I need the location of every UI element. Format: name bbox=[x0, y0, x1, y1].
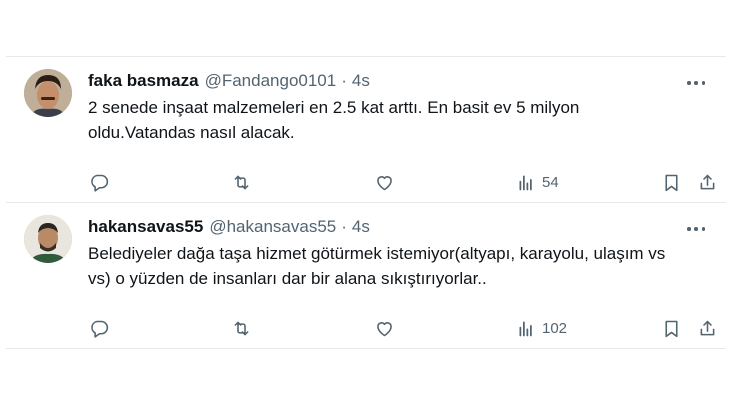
share-button[interactable] bbox=[697, 169, 718, 195]
tweet-timestamp[interactable]: 4s bbox=[352, 71, 370, 91]
separator-dot: · bbox=[341, 217, 347, 236]
reply-icon bbox=[91, 174, 109, 192]
more-options-icon[interactable] bbox=[684, 221, 708, 237]
reply-button[interactable] bbox=[89, 315, 110, 341]
more-options-icon[interactable] bbox=[684, 75, 708, 91]
share-button[interactable] bbox=[697, 315, 718, 341]
tweet-header: faka basmaza @Fandango0101 · 4s bbox=[88, 69, 708, 93]
tweet-text: 2 senede inşaat malzemeleri en 2.5 kat a… bbox=[88, 98, 580, 142]
avatar[interactable] bbox=[24, 215, 72, 263]
tweet-feed: faka basmaza @Fandango0101 · 4s 2 senede… bbox=[6, 56, 726, 349]
tweet-timestamp[interactable]: 4s bbox=[352, 217, 370, 237]
tweet[interactable]: faka basmaza @Fandango0101 · 4s 2 senede… bbox=[6, 57, 726, 203]
like-icon bbox=[377, 175, 392, 190]
user-handle[interactable]: @Fandango0101 bbox=[205, 71, 337, 91]
tweet-actions: 54 bbox=[88, 169, 715, 195]
display-name[interactable]: hakansavas55 bbox=[88, 217, 203, 237]
separator-dot: · bbox=[341, 71, 347, 90]
like-button[interactable] bbox=[374, 169, 395, 195]
views-count: 54 bbox=[542, 173, 559, 191]
views-icon bbox=[519, 175, 532, 190]
user-handle[interactable]: @hakansavas55 bbox=[209, 217, 336, 237]
bookmark-icon bbox=[665, 320, 678, 337]
reply-button[interactable] bbox=[89, 169, 110, 195]
retweet-button[interactable] bbox=[231, 169, 252, 195]
share-icon bbox=[700, 174, 715, 189]
like-button[interactable] bbox=[374, 315, 395, 341]
retweet-icon bbox=[234, 175, 249, 189]
tweet[interactable]: hakansavas55 @hakansavas55 · 4s Belediye… bbox=[6, 203, 726, 349]
retweet-icon bbox=[234, 321, 249, 335]
tweet-text: Belediyeler dağa taşa hizmet götürmek is… bbox=[88, 244, 666, 288]
bookmark-button[interactable] bbox=[661, 315, 682, 341]
views-button[interactable]: 102 bbox=[516, 315, 567, 341]
share-icon bbox=[700, 320, 715, 335]
views-count: 102 bbox=[542, 319, 568, 337]
views-icon bbox=[519, 321, 532, 336]
like-icon bbox=[377, 321, 392, 336]
reply-icon bbox=[91, 320, 109, 338]
views-button[interactable]: 54 bbox=[516, 169, 559, 195]
bookmark-button[interactable] bbox=[661, 169, 682, 195]
retweet-button[interactable] bbox=[231, 315, 252, 341]
bookmark-icon bbox=[665, 174, 678, 191]
tweet-actions: 102 bbox=[88, 315, 715, 341]
avatar[interactable] bbox=[24, 69, 72, 117]
tweet-header: hakansavas55 @hakansavas55 · 4s bbox=[88, 215, 708, 239]
display-name[interactable]: faka basmaza bbox=[88, 71, 199, 91]
